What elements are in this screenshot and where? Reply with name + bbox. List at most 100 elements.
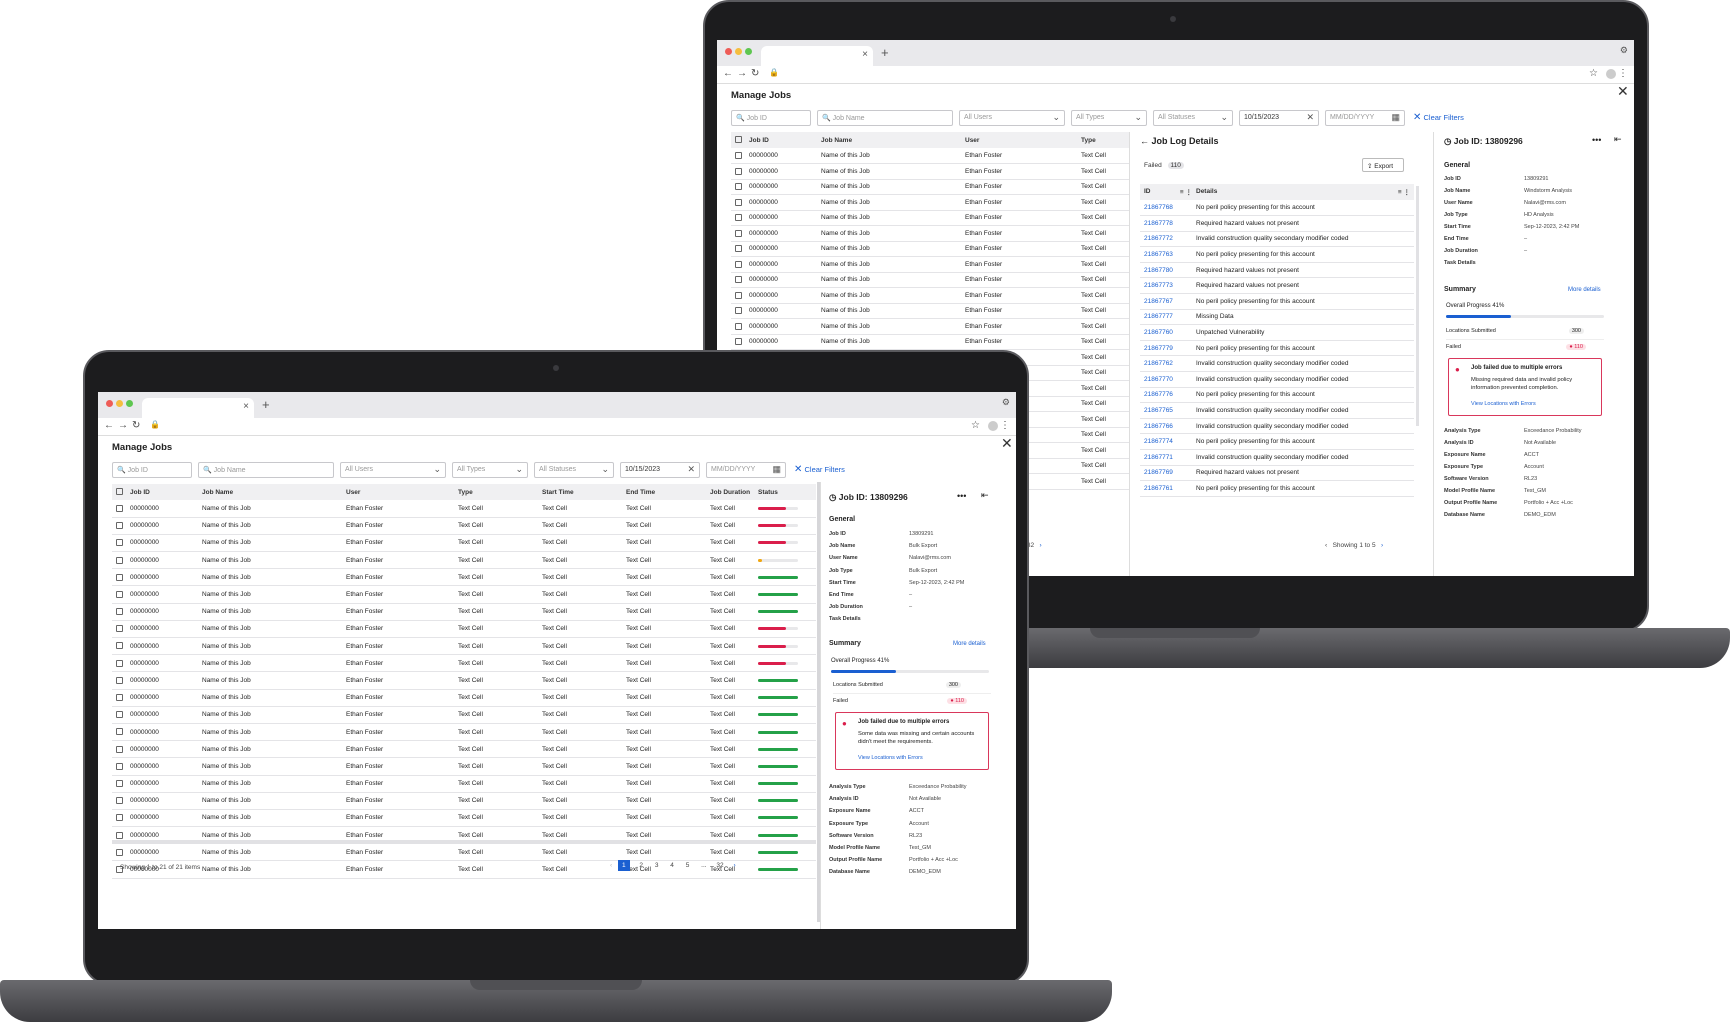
table-row[interactable]: 00000000Name of this JobEthan FosterText… xyxy=(731,256,1129,273)
job-id-filter[interactable]: 🔍 Job ID xyxy=(112,462,192,478)
page-5[interactable]: 5 xyxy=(686,862,690,869)
log-row[interactable]: 21867774 No peril policy presenting for t… xyxy=(1140,433,1414,450)
new-tab-icon[interactable]: + xyxy=(881,45,889,60)
log-row[interactable]: 21867767 No peril policy presenting for t… xyxy=(1140,293,1414,310)
back-icon[interactable]: ← xyxy=(104,420,114,431)
log-row[interactable]: 21867768 No peril policy presenting for t… xyxy=(1140,200,1414,217)
log-id-link[interactable]: 21867767 xyxy=(1140,293,1196,310)
log-row[interactable]: 21867763 No peril policy presenting for t… xyxy=(1140,246,1414,263)
select-all-checkbox[interactable] xyxy=(112,484,130,500)
table-row[interactable]: 00000000Name of this JobEthan FosterText… xyxy=(731,287,1129,304)
row-checkbox[interactable] xyxy=(731,225,749,242)
row-checkbox[interactable] xyxy=(112,757,130,776)
close-tab-icon[interactable]: × xyxy=(862,49,868,60)
log-row[interactable]: 21867770 Invalid construction quality sec… xyxy=(1140,371,1414,388)
row-checkbox[interactable] xyxy=(731,148,749,164)
users-select[interactable]: All Users ⌄ xyxy=(340,462,446,478)
collapse-panel-icon[interactable]: ⇤ xyxy=(1614,134,1622,145)
table-row[interactable]: 00000000Name of this JobEthan FosterText… xyxy=(112,620,816,639)
row-checkbox[interactable] xyxy=(112,843,130,862)
log-id-link[interactable]: 21867760 xyxy=(1140,324,1196,341)
col-header[interactable]: Type xyxy=(458,484,542,500)
log-id-link[interactable]: 21867772 xyxy=(1140,231,1196,248)
row-checkbox[interactable] xyxy=(112,585,130,604)
row-checkbox[interactable] xyxy=(731,256,749,273)
types-select[interactable]: All Types ⌄ xyxy=(1071,110,1147,126)
collapse-panel-icon[interactable]: ⇤ xyxy=(981,490,989,501)
row-checkbox[interactable] xyxy=(112,637,130,656)
col-header[interactable]: Job Name xyxy=(821,132,965,148)
row-checkbox[interactable] xyxy=(112,534,130,553)
table-row[interactable]: 00000000Name of this JobEthan FosterText… xyxy=(112,671,816,690)
col-header[interactable]: Job Duration xyxy=(710,484,758,500)
row-checkbox[interactable] xyxy=(112,517,130,535)
log-row[interactable]: 21867777 Missing Data xyxy=(1140,309,1414,326)
maximize-dot[interactable] xyxy=(126,400,133,407)
col-header[interactable]: Job ID xyxy=(130,484,202,500)
col-header[interactable]: Details ≡ ⋮ xyxy=(1196,184,1414,200)
more-icon[interactable]: ⋮ xyxy=(1000,420,1010,431)
address-bar[interactable]: ← → ↻ 🔒 ☆ ⋮ xyxy=(717,66,1634,84)
log-id-link[interactable]: 21867770 xyxy=(1140,371,1196,388)
table-row[interactable]: 00000000Name of this JobEthan FosterText… xyxy=(731,194,1129,211)
col-header[interactable]: End Time xyxy=(626,484,710,500)
reload-icon[interactable]: ↻ xyxy=(132,420,140,431)
log-id-link[interactable]: 21867768 xyxy=(1140,200,1196,217)
page-4[interactable]: 4 xyxy=(670,862,674,869)
overflow-menu-icon[interactable]: ••• xyxy=(1592,135,1601,145)
table-row[interactable]: 00000000Name of this JobEthan FosterText… xyxy=(731,225,1129,242)
table-row[interactable]: 00000000Name of this JobEthan FosterText… xyxy=(731,318,1129,335)
forward-icon[interactable]: → xyxy=(737,68,747,79)
log-row[interactable]: 21867766 Invalid construction quality sec… xyxy=(1140,418,1414,435)
horizontal-scrollbar[interactable] xyxy=(112,840,816,844)
job-name-filter[interactable]: 🔍 Job Name xyxy=(198,462,334,478)
page-1[interactable]: 1 xyxy=(617,860,630,871)
row-checkbox[interactable] xyxy=(731,210,749,226)
row-checkbox[interactable] xyxy=(112,568,130,587)
minimize-dot[interactable] xyxy=(116,400,123,407)
row-checkbox[interactable] xyxy=(112,792,130,810)
more-details-link[interactable]: More details xyxy=(953,641,986,647)
row-checkbox[interactable] xyxy=(731,334,749,350)
back-arrow-icon[interactable]: ← xyxy=(1140,136,1149,146)
log-id-link[interactable]: 21867774 xyxy=(1140,433,1196,450)
types-select[interactable]: All Types ⌄ xyxy=(452,462,528,478)
job-name-filter[interactable]: 🔍 Job Name xyxy=(817,110,953,126)
log-row[interactable]: 21867779 No peril policy presenting for t… xyxy=(1140,340,1414,357)
table-row[interactable]: 00000000Name of this JobEthan FosterText… xyxy=(112,843,816,862)
close-icon[interactable]: ✕ xyxy=(1617,83,1629,100)
clear-filters-button[interactable]: ✕ Clear Filters xyxy=(1413,112,1464,123)
close-dot[interactable] xyxy=(106,400,113,407)
minimize-dot[interactable] xyxy=(735,48,742,55)
row-checkbox[interactable] xyxy=(112,689,130,707)
row-checkbox[interactable] xyxy=(731,179,749,195)
log-row[interactable]: 21867772 Invalid construction quality sec… xyxy=(1140,231,1414,248)
row-checkbox[interactable] xyxy=(112,500,130,518)
job-id-filter[interactable]: 🔍 Job ID xyxy=(731,110,811,126)
table-row[interactable]: 00000000Name of this JobEthan FosterText… xyxy=(112,654,816,673)
log-id-link[interactable]: 21867762 xyxy=(1140,355,1196,373)
address-bar[interactable]: ← → ↻ 🔒 ☆ ⋮ xyxy=(98,418,1016,436)
row-checkbox[interactable] xyxy=(731,272,749,288)
table-row[interactable]: 00000000Name of this JobEthan FosterText… xyxy=(731,272,1129,288)
row-checkbox[interactable] xyxy=(731,318,749,335)
avatar[interactable] xyxy=(988,421,998,431)
col-header[interactable]: Start Time xyxy=(542,484,626,500)
start-date-input[interactable]: 10/15/2023 ✕ xyxy=(620,462,700,478)
row-checkbox[interactable] xyxy=(112,809,130,828)
row-checkbox[interactable] xyxy=(112,706,130,724)
col-header[interactable]: Type xyxy=(1081,132,1129,148)
row-checkbox[interactable] xyxy=(731,194,749,211)
table-row[interactable]: 00000000Name of this JobEthan FosterText… xyxy=(112,585,816,604)
table-row[interactable]: 00000000Name of this JobEthan FosterText… xyxy=(112,706,816,724)
row-checkbox[interactable] xyxy=(731,287,749,304)
log-id-link[interactable]: 21867773 xyxy=(1140,277,1196,295)
log-row[interactable]: 21867771 Invalid construction quality sec… xyxy=(1140,449,1414,466)
table-row[interactable]: 00000000Name of this JobEthan FosterText… xyxy=(112,637,816,656)
end-date-input[interactable]: MM/DD/YYYY ▦ xyxy=(706,462,786,478)
reload-icon[interactable]: ↻ xyxy=(751,68,759,79)
close-icon[interactable]: ✕ xyxy=(1001,435,1013,452)
log-id-link[interactable]: 21867777 xyxy=(1140,309,1196,326)
start-date-input[interactable]: 10/15/2023 ✕ xyxy=(1239,110,1319,126)
table-row[interactable]: 00000000Name of this JobEthan FosterText… xyxy=(112,775,816,793)
